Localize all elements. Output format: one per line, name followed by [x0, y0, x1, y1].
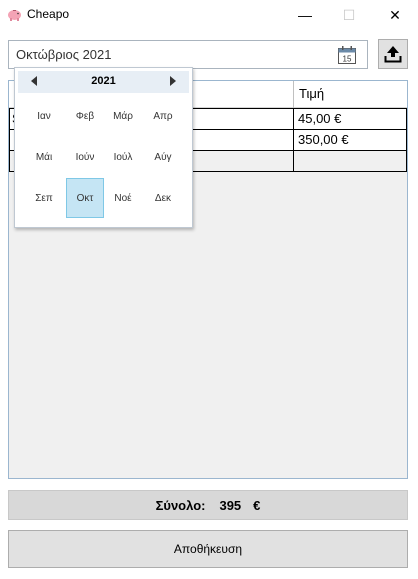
total-bar: Σύνολο: 395 €	[8, 490, 408, 520]
save-button[interactable]: Αποθήκευση	[8, 530, 408, 568]
month-6[interactable]: Ιούν	[66, 137, 104, 177]
calendar-header: 2021	[18, 71, 189, 93]
maximize-button[interactable]: ☐	[326, 0, 372, 30]
month-12[interactable]: Δεκ	[144, 178, 182, 218]
calendar-popup: 2021 Ιαν Φεβ Μάρ Απρ Μάι Ιούν Ιούλ Αύγ Σεπ Οκτ Νοέ…	[14, 67, 193, 228]
close-button[interactable]: ✕	[372, 0, 418, 30]
total-currency: €	[253, 497, 261, 513]
month-3[interactable]: Μάρ	[104, 96, 142, 136]
upload-icon	[384, 46, 402, 63]
month-9[interactable]: Σεπ	[25, 178, 63, 218]
date-picker-value: Οκτώβριος 2021	[16, 47, 112, 62]
next-year-arrow-icon[interactable]	[170, 76, 176, 86]
month-8[interactable]: Αύγ	[144, 137, 182, 177]
cell-divider	[293, 109, 294, 129]
total-label: Σύνολο:	[155, 497, 206, 513]
minimize-button[interactable]: —	[282, 0, 328, 30]
upload-button[interactable]	[378, 39, 408, 69]
cell-price[interactable]: 350,00 €	[298, 132, 349, 147]
cell-divider	[293, 130, 294, 150]
calendar-year-button[interactable]: 2021	[18, 75, 189, 87]
total-value: 395	[219, 497, 242, 513]
month-7[interactable]: Ιούλ	[104, 137, 142, 177]
title-bar: Cheapo — ☐ ✕	[0, 0, 418, 30]
calendar-icon[interactable]: 15	[337, 45, 357, 65]
month-date-picker[interactable]: Οκτώβριος 2021 15	[8, 40, 368, 69]
column-divider	[293, 81, 294, 108]
month-11[interactable]: Νοέ	[104, 178, 142, 218]
cell-divider	[293, 151, 294, 171]
cell-price[interactable]: 45,00 €	[298, 111, 341, 126]
month-2[interactable]: Φεβ	[66, 96, 104, 136]
month-4[interactable]: Απρ	[144, 96, 182, 136]
app-title: Cheapo	[27, 7, 70, 21]
svg-text:15: 15	[343, 55, 352, 64]
month-5[interactable]: Μάι	[25, 137, 63, 177]
column-header-price[interactable]: Τιμή	[299, 86, 324, 101]
piggy-bank-icon	[8, 10, 21, 21]
month-1[interactable]: Ιαν	[25, 96, 63, 136]
month-10[interactable]: Οκτ	[66, 178, 104, 218]
